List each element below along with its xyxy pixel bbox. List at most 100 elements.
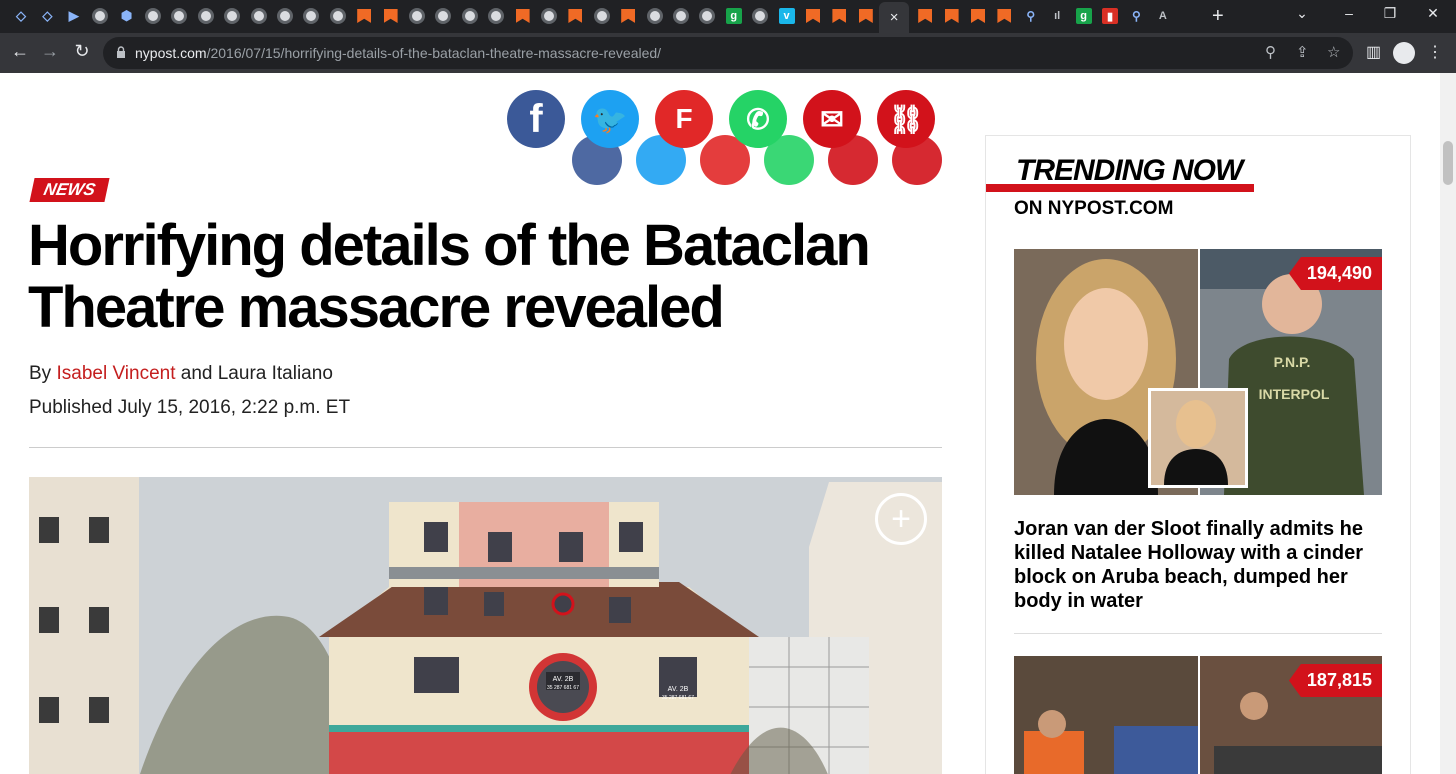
- browser-tab[interactable]: ▶: [63, 4, 85, 28]
- nypost-icon: [806, 9, 820, 23]
- browser-tab[interactable]: [89, 4, 111, 28]
- browser-tab[interactable]: [670, 4, 692, 28]
- browser-tab[interactable]: [855, 4, 877, 28]
- globe-icon: [171, 8, 188, 24]
- author-link[interactable]: Isabel Vincent: [56, 363, 175, 384]
- browser-tab[interactable]: g: [1073, 4, 1095, 28]
- trending-image-1[interactable]: P.N.P. INTERPOL 194,490: [1014, 249, 1382, 495]
- reload-icon[interactable]: ↻: [70, 41, 94, 62]
- browser-tab[interactable]: g: [723, 4, 745, 28]
- browser-tab[interactable]: [591, 4, 613, 28]
- browser-tab[interactable]: [696, 4, 718, 28]
- browser-tab[interactable]: [168, 4, 190, 28]
- nypost-icon: [357, 9, 372, 23]
- facebook-share-button[interactable]: f: [507, 90, 565, 148]
- browser-tab[interactable]: [459, 4, 481, 28]
- browser-tab[interactable]: [914, 4, 936, 28]
- tab-search-button[interactable]: ⌄: [1287, 5, 1317, 22]
- browser-tab[interactable]: ◇: [10, 4, 32, 28]
- globe-icon: [541, 8, 557, 24]
- article-photo[interactable]: AV. 2B 35 287 681 67 AV. 2B 35 287 681 6…: [29, 477, 942, 774]
- email-share-button[interactable]: ✉: [803, 90, 861, 148]
- browser-tab[interactable]: [749, 4, 771, 28]
- shield-icon: ◇: [16, 8, 26, 23]
- active-tab[interactable]: ×: [879, 2, 910, 33]
- font-icon: A: [1158, 10, 1167, 22]
- browser-tab[interactable]: ▮: [1099, 4, 1121, 28]
- menu-icon[interactable]: ⋮: [1427, 42, 1443, 62]
- browser-tab[interactable]: ıl: [1046, 4, 1068, 28]
- grammarly-icon: g: [725, 8, 742, 24]
- back-icon[interactable]: ←: [8, 41, 32, 62]
- divider: [1014, 633, 1382, 634]
- profile-avatar[interactable]: [1393, 42, 1415, 64]
- twitter-share-button[interactable]: 🐦: [581, 90, 639, 148]
- flipboard-share-button[interactable]: F: [655, 90, 713, 148]
- web-page: NEWS Horrifying details of the Bataclan …: [0, 73, 1440, 774]
- close-tab-icon[interactable]: ×: [890, 9, 899, 26]
- close-window-button[interactable]: ✕: [1418, 5, 1448, 22]
- trending-image-2[interactable]: 187,815: [1014, 656, 1382, 774]
- new-tab-button[interactable]: +: [1212, 5, 1224, 28]
- browser-tab[interactable]: [142, 4, 164, 28]
- browser-tab[interactable]: v: [776, 4, 798, 28]
- scrollbar-thumb[interactable]: [1443, 141, 1453, 185]
- share-page-icon[interactable]: ⇪: [1296, 43, 1309, 61]
- vest-text-2: INTERPOL: [1259, 386, 1330, 402]
- email-icon: ✉: [820, 103, 844, 135]
- browser-tab[interactable]: [353, 4, 375, 28]
- scrollbar[interactable]: [1440, 73, 1456, 774]
- forward-icon[interactable]: →: [38, 41, 62, 62]
- zoom-icon[interactable]: ⚲: [1265, 43, 1276, 61]
- browser-tab[interactable]: [248, 4, 270, 28]
- browser-tab[interactable]: [380, 4, 402, 28]
- browser-tab[interactable]: [802, 4, 824, 28]
- browser-tab[interactable]: [195, 4, 217, 28]
- globe-icon: [435, 8, 452, 24]
- globe-icon: [145, 8, 161, 24]
- search-icon: ⚲: [1026, 9, 1036, 23]
- browser-tab[interactable]: ◇: [36, 4, 58, 28]
- address-bar[interactable]: nypost.com/2016/07/15/horrifying-details…: [103, 37, 1353, 69]
- browser-tab[interactable]: [512, 4, 534, 28]
- maximize-button[interactable]: ❐: [1375, 5, 1405, 22]
- url-text[interactable]: nypost.com/2016/07/15/horrifying-details…: [135, 45, 661, 61]
- browser-tab[interactable]: [617, 4, 639, 28]
- copy-link-share-button[interactable]: ⛓: [877, 90, 935, 148]
- browser-tab[interactable]: A: [1152, 4, 1174, 28]
- browser-tab[interactable]: ⬢: [116, 4, 138, 28]
- expand-photo-button[interactable]: +: [875, 493, 927, 545]
- browser-tab[interactable]: [993, 4, 1015, 28]
- globe-icon: [699, 8, 716, 24]
- browser-tab[interactable]: [432, 4, 454, 28]
- browser-tab[interactable]: [327, 4, 349, 28]
- browser-tab[interactable]: ⚲: [1125, 4, 1147, 28]
- browser-tab[interactable]: [485, 4, 507, 28]
- browser-tab[interactable]: [644, 4, 666, 28]
- globe-icon: [329, 8, 346, 24]
- nypost-icon: [918, 9, 933, 23]
- browser-tab[interactable]: [941, 4, 963, 28]
- browser-tab[interactable]: [828, 4, 850, 28]
- url-domain: nypost.com: [135, 45, 207, 61]
- browser-tab[interactable]: [538, 4, 560, 28]
- globe-icon: [409, 8, 425, 24]
- bataclan-photo-illustration: AV. 2B 35 287 681 67 AV. 2B 35 287 681 6…: [29, 477, 942, 774]
- vest-text-1: P.N.P.: [1274, 354, 1311, 370]
- browser-tab[interactable]: [274, 4, 296, 28]
- side-panel-icon[interactable]: ▥: [1366, 42, 1381, 62]
- nypost-icon: [858, 9, 873, 23]
- whatsapp-share-button[interactable]: ✆: [729, 90, 787, 148]
- trending-headline-1[interactable]: Joran van der Sloot finally admits he ki…: [1014, 517, 1374, 613]
- bookmark-star-icon[interactable]: ☆: [1327, 43, 1340, 61]
- globe-icon: [673, 8, 689, 24]
- browser-tab[interactable]: [967, 4, 989, 28]
- browser-tab[interactable]: [221, 4, 243, 28]
- category-tag[interactable]: NEWS: [29, 178, 110, 202]
- twitter-icon: 🐦: [592, 103, 628, 135]
- browser-tab[interactable]: [300, 4, 322, 28]
- browser-tab[interactable]: [406, 4, 428, 28]
- browser-tab[interactable]: [564, 4, 586, 28]
- browser-tab[interactable]: ⚲: [1020, 4, 1042, 28]
- minimize-button[interactable]: –: [1334, 5, 1364, 21]
